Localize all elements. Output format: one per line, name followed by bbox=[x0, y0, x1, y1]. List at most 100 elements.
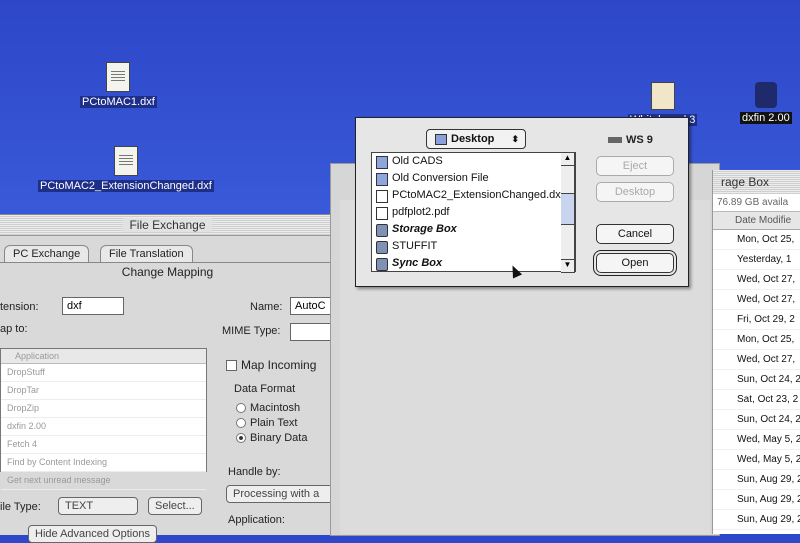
date-modified-cell[interactable]: Sun, Aug 29, 2 bbox=[713, 490, 800, 510]
document-icon bbox=[106, 62, 131, 92]
file-name: STUFFIT bbox=[392, 240, 438, 252]
popup-arrows-icon: ⬍ bbox=[511, 134, 519, 144]
radio-label: Macintosh bbox=[250, 402, 301, 414]
volume-indicator: WS 9 bbox=[608, 134, 653, 146]
desktop-icon-label: dxfin 2.00 bbox=[740, 112, 792, 124]
volume-label: WS 9 bbox=[626, 134, 653, 146]
file-list-item[interactable]: Old CADS bbox=[372, 153, 575, 170]
date-modified-cell[interactable]: Wed, May 5, 2 bbox=[713, 430, 800, 450]
scroll-down-arrow-icon[interactable]: ▼ bbox=[561, 259, 574, 272]
file-list-item[interactable]: Storage Box bbox=[372, 221, 575, 238]
file-list-item[interactable]: PCtoMAC2_ExtensionChanged.dxf bbox=[372, 187, 575, 204]
date-modified-cell[interactable]: Yesterday, 1 bbox=[713, 250, 800, 270]
list-item[interactable]: DropZip bbox=[1, 400, 206, 418]
date-modified-cell[interactable]: Sun, Oct 24, 2 bbox=[713, 410, 800, 430]
handle-by-popup[interactable]: Processing with a bbox=[226, 485, 334, 503]
date-modified-cell[interactable]: Fri, Oct 29, 2 bbox=[713, 310, 800, 330]
cancel-button[interactable]: Cancel bbox=[596, 224, 674, 244]
checkbox-icon bbox=[226, 360, 237, 372]
hide-advanced-options-button[interactable]: Hide Advanced Options bbox=[28, 525, 157, 543]
file-list-item[interactable]: Old Conversion File bbox=[372, 170, 575, 187]
file-type-popup[interactable]: TEXT bbox=[58, 497, 138, 515]
desktop-button[interactable]: Desktop bbox=[596, 182, 674, 202]
format-binary-data-radio[interactable]: Binary Data bbox=[236, 432, 307, 444]
file-list-item[interactable]: Sync Box bbox=[372, 255, 575, 272]
file-name: pdfplot2.pdf bbox=[392, 206, 450, 218]
application-icon bbox=[650, 82, 675, 110]
tab-file-translation[interactable]: File Translation bbox=[100, 245, 193, 262]
date-modified-cell[interactable]: Mon, Oct 25, bbox=[713, 230, 800, 250]
date-modified-cell[interactable]: Sun, Aug 29, 2 bbox=[713, 510, 800, 530]
file-exchange-window: File Exchange PC Exchange File Translati… bbox=[0, 214, 340, 543]
list-item[interactable]: Get next unread message bbox=[1, 472, 206, 490]
date-modified-cell[interactable]: Wed, Oct 27, bbox=[713, 350, 800, 370]
format-macintosh-radio[interactable]: Macintosh bbox=[236, 402, 300, 414]
mime-type-label: MIME Type: bbox=[222, 325, 281, 337]
open-dialog: Desktop ⬍ WS 9 Old CADS Old Conversion Fi… bbox=[355, 117, 689, 287]
open-button[interactable]: Open bbox=[596, 253, 674, 273]
date-modified-cell[interactable]: Wed, Oct 27, bbox=[713, 290, 800, 310]
format-plain-text-radio[interactable]: Plain Text bbox=[236, 417, 298, 429]
map-incoming-label: Map Incoming bbox=[241, 358, 317, 372]
file-list-item[interactable]: STUFFIT bbox=[372, 238, 575, 255]
name-label: Name: bbox=[250, 301, 283, 313]
list-item[interactable]: DropStuff bbox=[1, 364, 206, 382]
disk-icon bbox=[376, 258, 388, 271]
application-list[interactable]: Application DropStuff DropTar DropZip dx… bbox=[0, 348, 207, 490]
date-modified-cell[interactable]: Mon, Oct 25, bbox=[713, 330, 800, 350]
file-list-item[interactable]: pdfplot2.pdf bbox=[372, 204, 575, 221]
scroll-thumb[interactable] bbox=[561, 193, 574, 225]
file-name: PCtoMAC2_ExtensionChanged.dxf bbox=[392, 189, 564, 201]
desktop-icon bbox=[435, 133, 447, 145]
disk-icon bbox=[376, 224, 388, 237]
column-header-date-modified[interactable]: Date Modifie bbox=[713, 212, 800, 230]
list-item[interactable]: Find by Content Indexing bbox=[1, 454, 206, 472]
date-modified-cell[interactable]: Wed, Oct 27, bbox=[713, 270, 800, 290]
handle-by-label: Handle by: bbox=[228, 466, 281, 478]
data-format-label: Data Format bbox=[234, 383, 296, 395]
select-button[interactable]: Select... bbox=[148, 497, 202, 515]
radio-icon bbox=[236, 433, 246, 444]
document-icon bbox=[376, 207, 388, 220]
desktop-icon-label: PCtoMAC2_ExtensionChanged.dxf bbox=[38, 180, 214, 192]
window-title: File Exchange bbox=[123, 218, 212, 232]
list-item[interactable]: dxfin 2.00 bbox=[1, 418, 206, 436]
radio-icon bbox=[236, 418, 246, 429]
window-title-bar[interactable]: File Exchange bbox=[0, 215, 335, 236]
tab-pc-exchange[interactable]: PC Exchange bbox=[4, 245, 90, 262]
eject-button[interactable]: Eject bbox=[596, 156, 674, 176]
file-name: Old Conversion File bbox=[392, 172, 489, 184]
date-modified-cell[interactable]: Sun, Aug 29, 2 bbox=[713, 470, 800, 490]
desktop-icon-pctomac2[interactable]: PCtoMAC2_ExtensionChanged.dxf bbox=[38, 146, 214, 194]
file-name: Storage Box bbox=[392, 223, 457, 235]
list-item[interactable]: Fetch 4 bbox=[1, 436, 206, 454]
file-name: Old CADS bbox=[392, 155, 443, 167]
date-modified-cell[interactable]: Sat, Oct 23, 2 bbox=[713, 390, 800, 410]
extension-field[interactable]: dxf bbox=[62, 297, 124, 315]
desktop-icon-label: PCtoMAC1.dxf bbox=[80, 96, 157, 108]
map-incoming-checkbox[interactable]: Map Incoming bbox=[226, 358, 316, 372]
file-list[interactable]: Old CADS Old Conversion File PCtoMAC2_Exte… bbox=[371, 152, 576, 272]
application-icon bbox=[754, 82, 777, 108]
list-item[interactable]: DropTar bbox=[1, 382, 206, 400]
file-type-label: ile Type: bbox=[0, 501, 41, 513]
desktop-icon-dxfin[interactable]: dxfin 2.00 bbox=[740, 82, 792, 126]
folder-icon bbox=[376, 173, 388, 186]
scroll-up-arrow-icon[interactable]: ▲ bbox=[561, 153, 574, 166]
file-type-value: TEXT bbox=[65, 500, 94, 512]
date-modified-cell[interactable]: Sun, Oct 24, 2 bbox=[713, 370, 800, 390]
window-title[interactable]: rage Box bbox=[713, 170, 800, 194]
desktop-icon-pctomac1[interactable]: PCtoMAC1.dxf bbox=[80, 62, 157, 110]
location-label: Desktop bbox=[451, 133, 495, 145]
document-icon bbox=[376, 190, 388, 203]
application-label: Application: bbox=[228, 514, 285, 526]
location-popup[interactable]: Desktop ⬍ bbox=[426, 129, 526, 149]
radio-label: Binary Data bbox=[250, 432, 308, 444]
date-modified-cell[interactable]: Wed, May 5, 2 bbox=[713, 450, 800, 470]
list-header[interactable]: Application bbox=[1, 349, 206, 364]
scrollbar[interactable]: ▲ ▼ bbox=[561, 152, 575, 273]
disk-icon bbox=[376, 241, 388, 254]
file-name: Sync Box bbox=[392, 257, 443, 269]
radio-icon bbox=[236, 403, 246, 414]
map-to-label: ap to: bbox=[0, 323, 28, 335]
